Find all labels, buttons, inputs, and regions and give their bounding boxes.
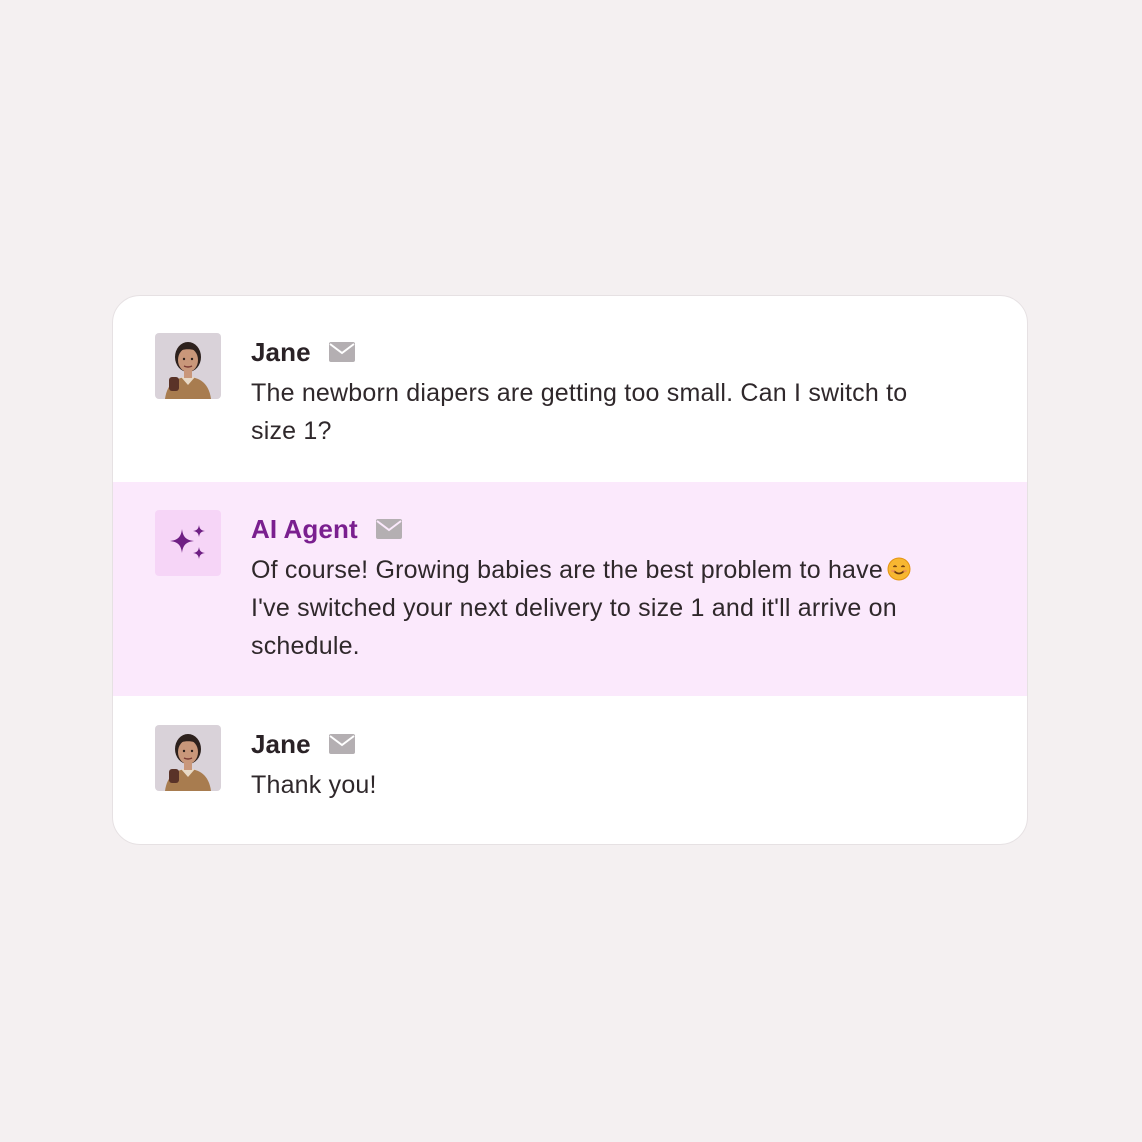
agent-avatar [155,510,221,576]
message-row: Jane Thank you! [113,696,1027,844]
message-row: Jane The newborn diapers are getting too… [113,296,1027,482]
mail-icon [328,734,355,754]
message-row-agent: AI Agent Of course! Growing babies are t… [113,482,1027,696]
sparkles-icon [170,525,205,559]
sender-name: Jane [251,336,311,367]
message-text: Of course! Growing babies are the best p… [251,551,941,665]
message-header: AI Agent [251,509,402,549]
message-text: Thank you! [251,771,377,799]
message-text-part: I've switched your next delivery to size… [251,594,897,660]
message-header: Jane [251,724,355,764]
mail-icon [375,519,402,539]
sender-name: AI Agent [251,513,358,544]
user-avatar [155,725,221,791]
message-text: The newborn diapers are getting too smal… [251,379,908,445]
message-header: Jane [251,332,355,372]
sender-name: Jane [251,728,311,759]
conversation-card: Jane The newborn diapers are getting too… [112,295,1028,845]
smiling-face-emoji [887,554,911,581]
mail-icon [328,342,355,362]
message-text-part: Of course! Growing babies are the best p… [251,556,883,584]
user-avatar [155,333,221,399]
